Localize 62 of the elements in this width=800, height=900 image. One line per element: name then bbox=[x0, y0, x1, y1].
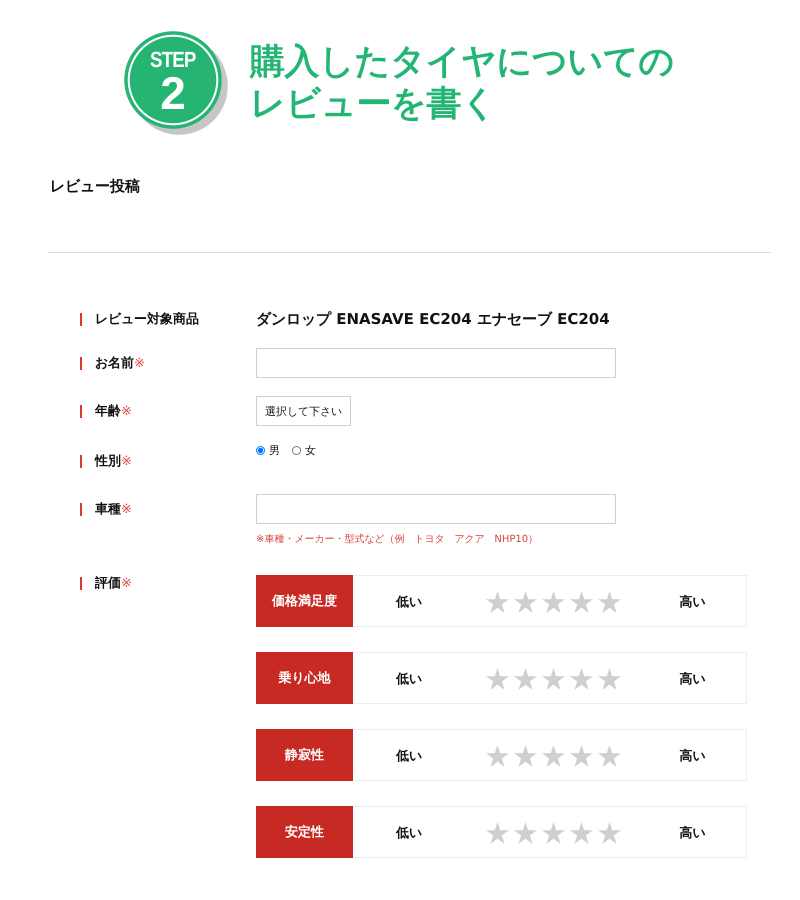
product-name: ダンロップ ENASAVE EC204 エナセーブ EC204 bbox=[256, 309, 610, 330]
scale-high-label: 高い bbox=[678, 670, 706, 688]
required-mark: ※ bbox=[121, 404, 132, 418]
input-hint: ※車種・メーカー・型式など（例 トヨタ アクア NHP10） bbox=[256, 533, 538, 547]
option-label: 女 bbox=[305, 443, 316, 458]
label-accent-bar bbox=[80, 502, 82, 516]
star-icon[interactable] bbox=[598, 744, 620, 766]
required-mark: ※ bbox=[121, 454, 132, 468]
radio-button[interactable] bbox=[292, 446, 301, 455]
star-icon[interactable] bbox=[514, 668, 536, 690]
star-icon[interactable] bbox=[542, 822, 564, 844]
scale-low-label: 低い bbox=[394, 594, 423, 610]
star-icon[interactable] bbox=[598, 822, 620, 844]
label-accent-bar bbox=[80, 356, 82, 370]
star-icon[interactable] bbox=[514, 744, 536, 766]
option-label: 男 bbox=[269, 443, 280, 458]
star-icon[interactable] bbox=[486, 822, 508, 844]
criterion-label: 乗り心地 bbox=[256, 652, 353, 704]
radio-button[interactable] bbox=[256, 446, 265, 455]
star-icon[interactable] bbox=[486, 668, 508, 690]
required-mark: ※ bbox=[134, 356, 145, 370]
star-icon[interactable] bbox=[542, 744, 564, 766]
scale-high-label: 高い bbox=[678, 748, 706, 764]
star-icon[interactable] bbox=[486, 590, 508, 612]
label-accent-bar bbox=[80, 312, 82, 326]
star-icon[interactable] bbox=[542, 590, 564, 612]
badge-step-label: STEP bbox=[150, 49, 196, 71]
required-mark: ※ bbox=[121, 502, 132, 516]
star-icon[interactable] bbox=[542, 668, 564, 690]
section-title: レビュー投稿 bbox=[50, 176, 141, 197]
scale-high-label: 高い bbox=[678, 824, 706, 842]
scale-low-label: 低い bbox=[394, 748, 423, 764]
field-label: 評価 bbox=[95, 575, 121, 592]
scale-low-label: 低い bbox=[394, 670, 423, 688]
page-title: 購入したタイヤについての レビューを書く bbox=[250, 41, 674, 125]
star-icon[interactable] bbox=[598, 668, 620, 690]
field-label: お名前 bbox=[95, 355, 134, 372]
star-icon[interactable] bbox=[598, 590, 620, 612]
label-accent-bar bbox=[80, 454, 82, 468]
label-accent-bar bbox=[80, 576, 82, 590]
star-icon[interactable] bbox=[570, 590, 592, 612]
field-label: レビュー対象商品 bbox=[95, 310, 199, 328]
criterion-label: 安定性 bbox=[256, 806, 353, 858]
star-icon[interactable] bbox=[570, 668, 592, 690]
scale-low-label: 低い bbox=[394, 824, 423, 842]
star-icon[interactable] bbox=[570, 822, 592, 844]
star-icon[interactable] bbox=[570, 744, 592, 766]
field-label: 年齢 bbox=[95, 403, 121, 420]
badge-step-number: 2 bbox=[160, 71, 186, 115]
text-input-field[interactable] bbox=[256, 348, 616, 378]
text-input-field[interactable] bbox=[256, 494, 616, 524]
required-mark: ※ bbox=[121, 576, 132, 590]
label-accent-bar bbox=[80, 404, 82, 418]
field-label: 性別 bbox=[95, 453, 121, 470]
field-label: 車種 bbox=[95, 501, 121, 518]
scale-high-label: 高い bbox=[678, 594, 706, 610]
star-icon[interactable] bbox=[514, 590, 536, 612]
criterion-label: 静寂性 bbox=[256, 729, 353, 781]
age-select[interactable]: 選択して下さい bbox=[256, 396, 351, 426]
criterion-label: 価格満足度 bbox=[256, 575, 353, 627]
star-icon[interactable] bbox=[486, 744, 508, 766]
star-icon[interactable] bbox=[514, 822, 536, 844]
